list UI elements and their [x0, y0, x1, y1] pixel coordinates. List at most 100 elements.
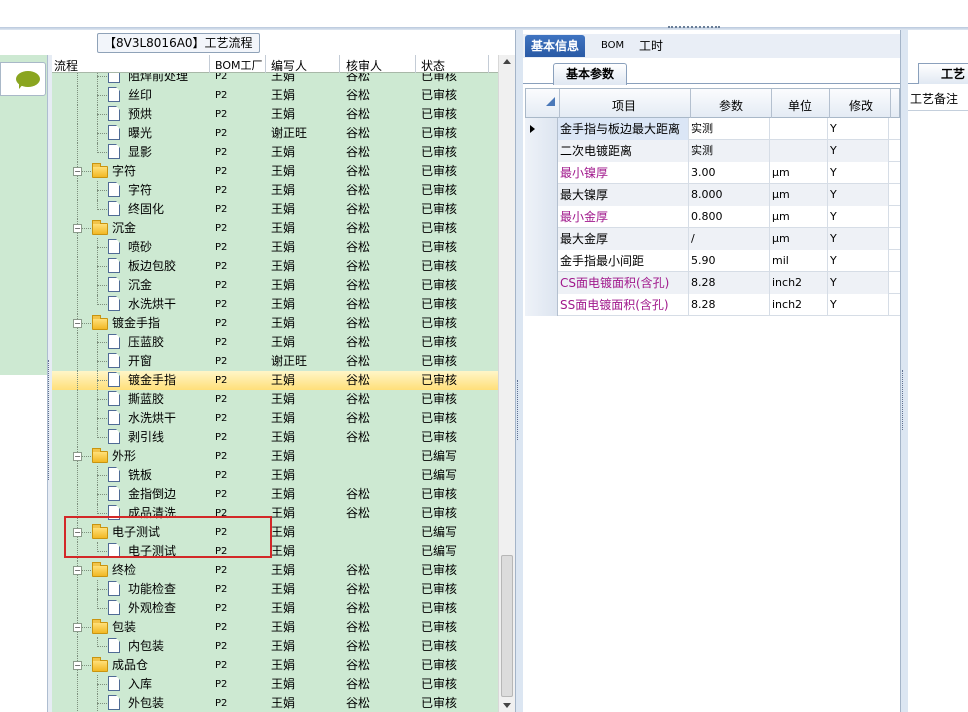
param-value-cell[interactable]: 实测 — [689, 140, 770, 162]
params-row[interactable]: 最小镍厚 3.00 μm Y — [525, 162, 900, 184]
collapse-toggle-icon[interactable]: − — [73, 452, 82, 461]
bom-factory-cell: P2 — [215, 109, 228, 120]
row-header[interactable] — [525, 250, 558, 272]
param-value-cell[interactable]: 8.000 — [689, 184, 770, 206]
tree-node-label: 内包装 — [128, 639, 165, 653]
collapse-toggle-icon[interactable]: − — [73, 167, 82, 176]
tree-folder-row[interactable]: − 字符 P2 王娟 谷松 已审核 — [52, 162, 498, 181]
tree-row[interactable]: 金指倒边 P2 王娟 谷松 已审核 — [52, 485, 498, 504]
process-grid-scrollbar[interactable] — [498, 55, 515, 712]
tree-folder-row[interactable]: − 外形 P2 王娟 已编写 — [52, 447, 498, 466]
row-header[interactable] — [525, 206, 558, 228]
collapse-toggle-icon[interactable]: − — [73, 623, 82, 632]
bom-factory-cell: P2 — [215, 299, 228, 310]
tree-node-label: 镀金手指 — [112, 316, 161, 330]
tab-work-hours[interactable]: 工时 — [633, 35, 669, 57]
collapse-toggle-icon[interactable]: − — [73, 661, 82, 670]
param-value-cell[interactable]: 3.00 — [689, 162, 770, 184]
param-value-cell[interactable]: 实测 — [689, 118, 770, 140]
collapse-toggle-icon[interactable]: − — [73, 224, 82, 233]
row-header[interactable] — [525, 272, 558, 294]
col-editor[interactable]: 编写人 — [271, 57, 307, 74]
tree-row[interactable]: 剥引线 P2 王娟 谷松 已审核 — [52, 428, 498, 447]
tree-row[interactable]: 板边包胶 P2 王娟 谷松 已审核 — [52, 257, 498, 276]
col-item[interactable]: 项目 — [612, 97, 636, 114]
col-param[interactable]: 参数 — [719, 97, 743, 114]
tree-node-label: 沉金 — [112, 221, 137, 235]
tab-bom[interactable]: BOM — [595, 35, 630, 57]
tree-node-label: 沉金 — [128, 278, 153, 292]
tree-row[interactable]: 外包装 P2 王娟 谷松 已审核 — [52, 694, 498, 712]
status-cell: 已编写 — [421, 449, 458, 463]
collapse-toggle-icon[interactable]: − — [73, 319, 82, 328]
tree-row[interactable]: 字符 P2 王娟 谷松 已审核 — [52, 181, 498, 200]
tree-row[interactable]: 压蓝胶 P2 王娟 谷松 已审核 — [52, 333, 498, 352]
right-splitter[interactable] — [900, 30, 908, 712]
status-cell: 已审核 — [421, 411, 458, 425]
param-value-cell[interactable]: 8.28 — [689, 272, 770, 294]
scroll-down-arrow-icon[interactable] — [503, 703, 511, 708]
bom-factory-cell: P2 — [215, 337, 228, 348]
params-row[interactable]: SS面电镀面积(含孔) 8.28 inch2 Y — [525, 294, 900, 316]
tree-row[interactable]: 终固化 P2 王娟 谷松 已审核 — [52, 200, 498, 219]
tree-row[interactable]: 铣板 P2 王娟 已编写 — [52, 466, 498, 485]
row-header[interactable] — [525, 184, 558, 206]
tree-row[interactable]: 撕蓝胶 P2 王娟 谷松 已审核 — [52, 390, 498, 409]
tree-folder-row[interactable]: − 包装 P2 王娟 谷松 已审核 — [52, 618, 498, 637]
params-row[interactable]: 最大金厚 / μm Y — [525, 228, 900, 250]
row-header[interactable] — [525, 294, 558, 316]
col-flow[interactable]: 流程 — [54, 57, 78, 74]
tree-folder-row[interactable]: − 成品仓 P2 王娟 谷松 已审核 — [52, 656, 498, 675]
scroll-up-arrow-icon[interactable] — [503, 59, 511, 64]
tree-row[interactable]: 预烘 P2 王娟 谷松 已审核 — [52, 105, 498, 124]
params-row[interactable]: CS面电镀面积(含孔) 8.28 inch2 Y — [525, 272, 900, 294]
collapse-toggle-icon[interactable]: − — [73, 566, 82, 575]
row-header[interactable] — [525, 140, 558, 162]
tree-line — [97, 95, 107, 96]
params-row[interactable]: 最大镍厚 8.000 μm Y — [525, 184, 900, 206]
tree-folder-row[interactable]: − 沉金 P2 王娟 谷松 已审核 — [52, 219, 498, 238]
param-value-cell[interactable]: 5.90 — [689, 250, 770, 272]
params-row[interactable]: 金手指最小间距 5.90 mil Y — [525, 250, 900, 272]
param-value-cell[interactable]: 8.28 — [689, 294, 770, 316]
tree-row[interactable]: 入库 P2 王娟 谷松 已审核 — [52, 675, 498, 694]
tree-folder-row[interactable]: − 镀金手指 P2 王娟 谷松 已审核 — [52, 314, 498, 333]
tree-row[interactable]: 丝印 P2 王娟 谷松 已审核 — [52, 86, 498, 105]
scrollbar-thumb[interactable] — [501, 555, 513, 697]
row-header[interactable] — [525, 228, 558, 250]
tab-basic-info[interactable]: 基本信息 — [525, 35, 586, 57]
row-header[interactable] — [525, 118, 558, 140]
tree-row[interactable]: 曝光 P2 谢正旺 谷松 已审核 — [52, 124, 498, 143]
tab-process-remarks[interactable]: 工艺 — [918, 63, 968, 85]
middle-splitter[interactable] — [515, 30, 523, 712]
tree-row[interactable]: 开窗 P2 谢正旺 谷松 已审核 — [52, 352, 498, 371]
top-resize-grip[interactable] — [668, 26, 720, 32]
tree-row[interactable]: 显影 P2 王娟 谷松 已审核 — [52, 143, 498, 162]
col-reviewer[interactable]: 核审人 — [346, 57, 382, 74]
col-unit[interactable]: 单位 — [788, 97, 812, 114]
tree-row[interactable]: 功能检查 P2 王娟 谷松 已审核 — [52, 580, 498, 599]
tree-row[interactable]: 沉金 P2 王娟 谷松 已审核 — [52, 276, 498, 295]
tree-folder-row[interactable]: − 终检 P2 王娟 谷松 已审核 — [52, 561, 498, 580]
params-row[interactable]: 最小金厚 0.800 μm Y — [525, 206, 900, 228]
tree-row[interactable]: 镀金手指 P2 王娟 谷松 已审核 — [52, 371, 498, 390]
tree-row[interactable]: 喷砂 P2 王娟 谷松 已审核 — [52, 238, 498, 257]
col-bom-factory[interactable]: BOM工厂 — [215, 57, 263, 73]
tree-row[interactable]: 水洗烘干 P2 王娟 谷松 已审核 — [52, 409, 498, 428]
chat-button[interactable] — [0, 62, 46, 96]
status-cell: 已审核 — [421, 563, 458, 577]
subtab-basic-params[interactable]: 基本参数 — [553, 63, 628, 85]
param-modify-cell: Y — [828, 162, 889, 184]
param-value-cell[interactable]: 0.800 — [689, 206, 770, 228]
param-value-cell[interactable]: / — [689, 228, 770, 250]
tree-node-label: 喷砂 — [128, 240, 153, 254]
row-header[interactable] — [525, 162, 558, 184]
col-modify[interactable]: 修改 — [849, 97, 873, 114]
col-status[interactable]: 状态 — [421, 57, 445, 74]
reviewer-cell: 谷松 — [346, 601, 371, 615]
params-row[interactable]: 金手指与板边最大距离 实测 Y — [525, 118, 900, 140]
params-row[interactable]: 二次电镀距离 实测 Y — [525, 140, 900, 162]
tree-row[interactable]: 外观检查 P2 王娟 谷松 已审核 — [52, 599, 498, 618]
tree-row[interactable]: 内包装 P2 王娟 谷松 已审核 — [52, 637, 498, 656]
tree-row[interactable]: 水洗烘干 P2 王娟 谷松 已审核 — [52, 295, 498, 314]
